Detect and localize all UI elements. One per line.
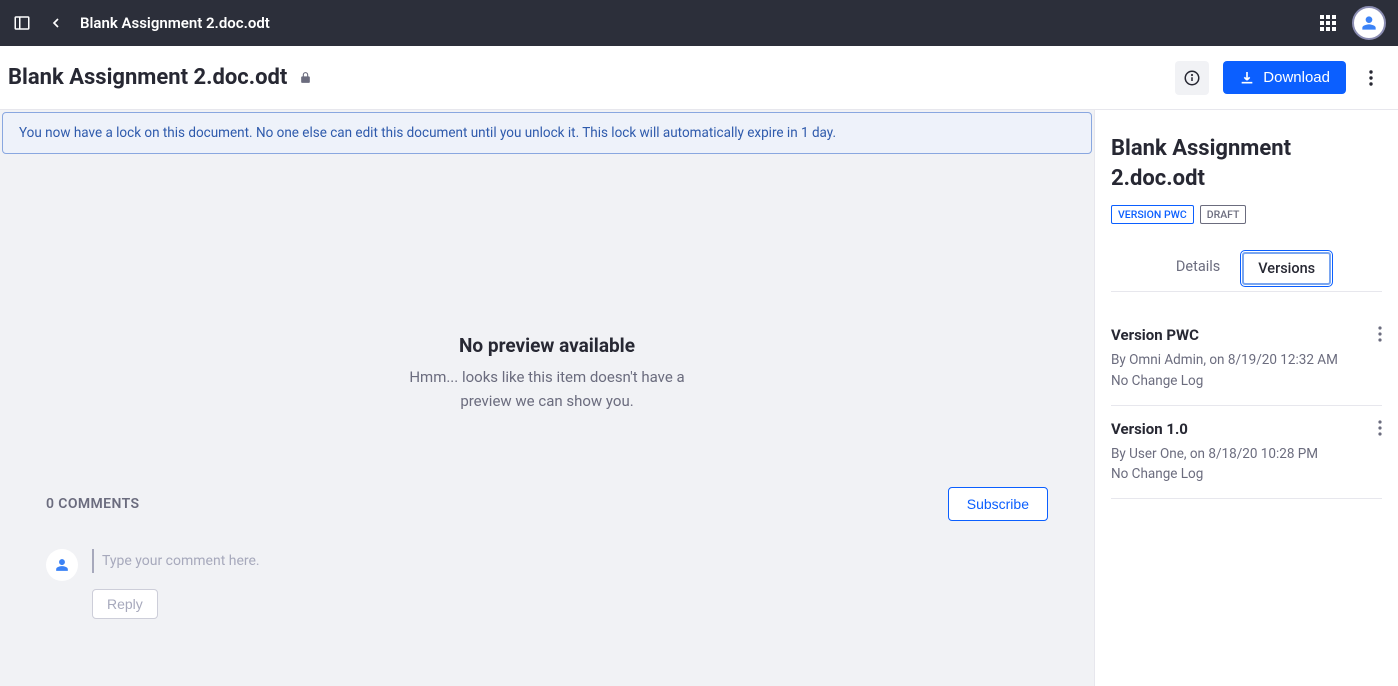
badges: VERSION PWC DRAFT (1111, 205, 1382, 224)
version-item: Version 1.0 By User One, on 8/18/20 10:2… (1111, 406, 1382, 500)
sub-header: Blank Assignment 2.doc.odt Download (0, 46, 1398, 110)
sub-header-right: Download (1175, 61, 1382, 95)
version-title: Version 1.0 (1111, 420, 1382, 438)
draft-badge: DRAFT (1200, 205, 1247, 224)
comments-section: 0 COMMENTS Subscribe Type your comment h… (0, 473, 1094, 633)
page-title: Blank Assignment 2.doc.odt (8, 65, 287, 90)
preview-title: No preview available (0, 334, 1094, 357)
info-button[interactable] (1175, 61, 1209, 95)
version-badge: VERSION PWC (1111, 205, 1194, 224)
sub-header-left: Blank Assignment 2.doc.odt (8, 65, 312, 90)
sidebar-tabs: Details Versions (1111, 252, 1382, 292)
version-more-icon[interactable] (1378, 326, 1382, 342)
nav-left: Blank Assignment 2.doc.odt (12, 13, 270, 33)
apps-grid-icon[interactable] (1320, 15, 1336, 31)
sidebar-title: Blank Assignment 2.doc.odt (1111, 134, 1382, 193)
download-label: Download (1263, 69, 1330, 86)
content-area: You now have a lock on this document. No… (0, 110, 1094, 686)
more-options-icon[interactable] (1360, 61, 1382, 95)
sidebar: Blank Assignment 2.doc.odt VERSION PWC D… (1094, 110, 1398, 686)
version-more-icon[interactable] (1378, 420, 1382, 436)
back-icon[interactable] (46, 13, 66, 33)
nav-title: Blank Assignment 2.doc.odt (80, 14, 270, 32)
version-by: By Omni Admin, on 8/19/20 12:32 AM (1111, 350, 1382, 370)
comment-input[interactable]: Type your comment here. (92, 549, 1048, 573)
user-avatar[interactable] (1352, 6, 1386, 40)
version-item: Version PWC By Omni Admin, on 8/19/20 12… (1111, 312, 1382, 406)
version-changelog: No Change Log (1111, 464, 1382, 484)
reply-button[interactable]: Reply (92, 589, 158, 619)
comments-header: 0 COMMENTS Subscribe (46, 487, 1048, 521)
preview-area: No preview available Hmm... looks like t… (0, 154, 1094, 473)
nav-right (1320, 6, 1386, 40)
version-title: Version PWC (1111, 326, 1382, 344)
tab-versions[interactable]: Versions (1242, 252, 1331, 285)
version-changelog: No Change Log (1111, 371, 1382, 391)
subscribe-button[interactable]: Subscribe (948, 487, 1048, 521)
comment-avatar (46, 549, 78, 581)
main-layout: You now have a lock on this document. No… (0, 110, 1398, 686)
comment-input-wrap: Type your comment here. Reply (92, 549, 1048, 619)
version-by: By User One, on 8/18/20 10:28 PM (1111, 444, 1382, 464)
tab-details[interactable]: Details (1162, 252, 1234, 285)
comments-count: 0 COMMENTS (46, 496, 139, 512)
comment-input-row: Type your comment here. Reply (46, 549, 1048, 619)
top-nav: Blank Assignment 2.doc.odt (0, 0, 1398, 46)
preview-subtitle: Hmm... looks like this item doesn't have… (0, 365, 1094, 413)
panel-toggle-icon[interactable] (12, 13, 32, 33)
lock-alert: You now have a lock on this document. No… (2, 112, 1092, 154)
lock-icon (299, 71, 312, 84)
download-button[interactable]: Download (1223, 61, 1346, 94)
